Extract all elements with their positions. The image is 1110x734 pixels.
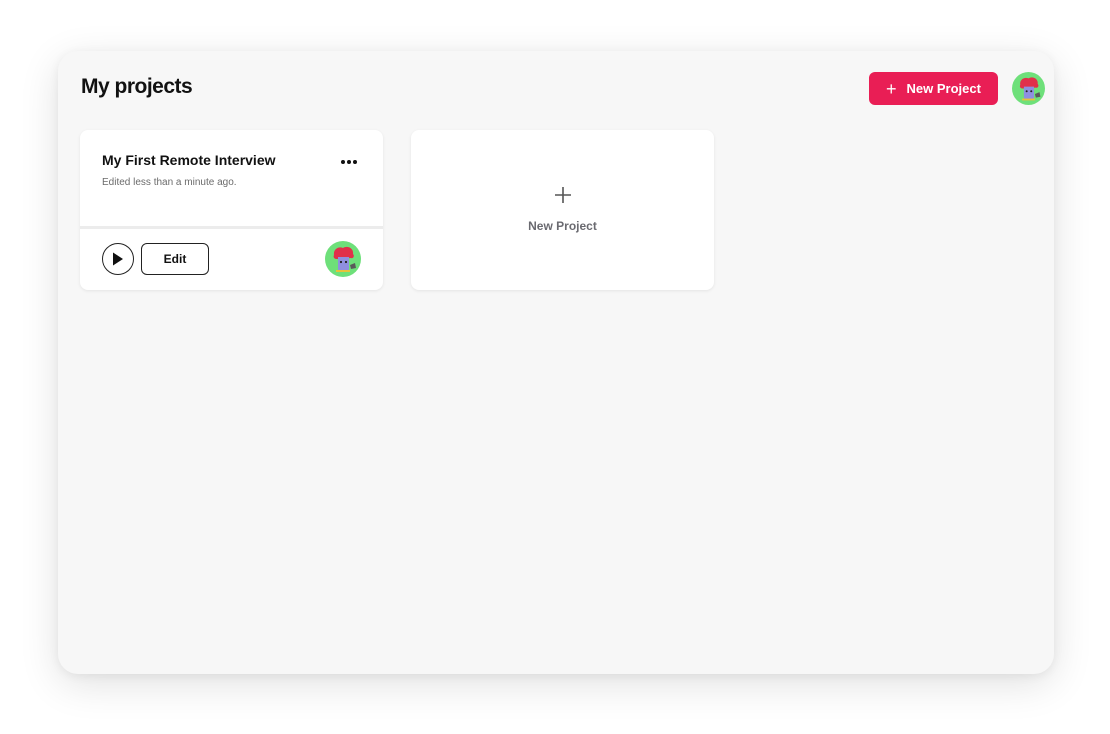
project-card[interactable]: My First Remote Interview Edited less th… xyxy=(80,130,383,290)
user-avatar[interactable] xyxy=(1012,72,1045,105)
plus-icon: + xyxy=(886,78,897,99)
more-horizontal-icon xyxy=(353,160,357,164)
play-icon xyxy=(113,252,123,266)
collaborator-avatar xyxy=(325,241,361,277)
plus-icon xyxy=(411,186,714,209)
page-title: My projects xyxy=(81,75,193,98)
edit-button[interactable]: Edit xyxy=(141,243,209,275)
new-project-button[interactable]: + New Project xyxy=(869,72,998,105)
more-horizontal-icon xyxy=(347,160,351,164)
app-window: My projects + New Project My First Remot… xyxy=(58,51,1054,674)
project-edited-time: Edited less than a minute ago. xyxy=(102,177,237,188)
avatar-icon xyxy=(325,241,361,277)
more-horizontal-icon xyxy=(341,160,345,164)
avatar-icon xyxy=(1012,72,1045,105)
project-title[interactable]: My First Remote Interview xyxy=(102,152,276,168)
new-project-card[interactable]: New Project xyxy=(411,130,714,290)
project-card-header: My First Remote Interview Edited less th… xyxy=(80,130,383,229)
new-project-button-label: New Project xyxy=(906,81,981,96)
play-button[interactable] xyxy=(102,243,134,275)
more-options-button[interactable] xyxy=(338,152,360,172)
new-project-card-label: New Project xyxy=(528,219,597,233)
